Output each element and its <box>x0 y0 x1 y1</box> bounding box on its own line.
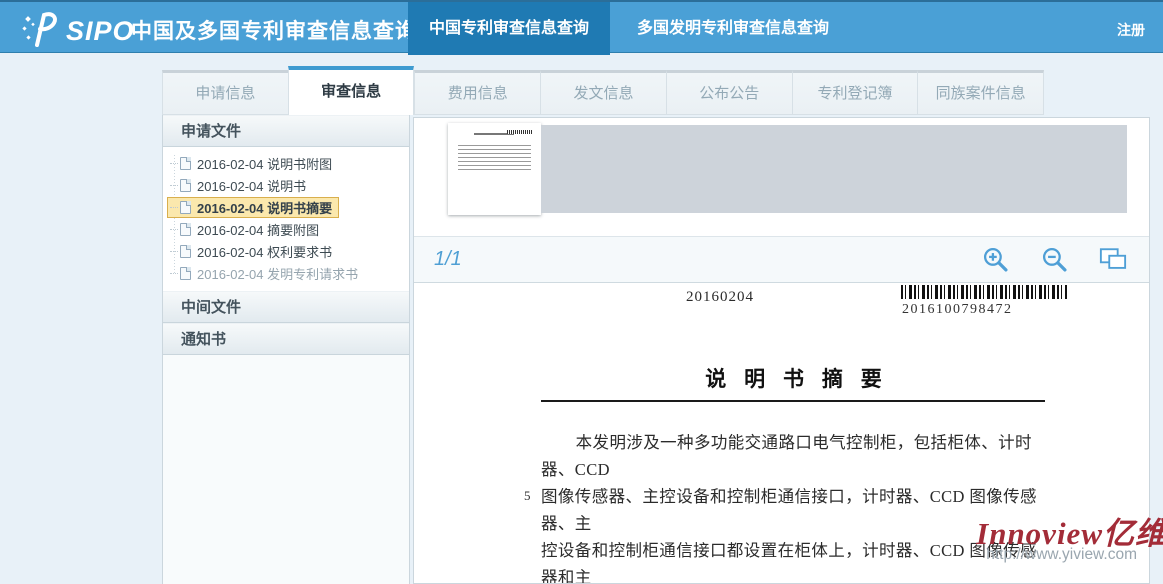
file-item-invention-request[interactable]: 2016-02-04 发明专利请求书 <box>167 263 365 284</box>
pages-icon[interactable] <box>1099 246 1127 274</box>
abstract-line: 图像传感器、主控设备和控制柜通信接口，计时器、CCD 图像传感器、主 <box>541 483 1048 537</box>
page-indicator: 1/1 <box>434 248 462 271</box>
document-icon <box>180 267 191 280</box>
document-icon <box>180 179 191 192</box>
abstract-line: 本发明涉及一种多功能交通路口电气控制柜，包括柜体、计时器、CCD <box>541 429 1048 483</box>
file-item-label: 2016-02-04 说明书摘要 <box>197 198 332 217</box>
document-viewer-panel: 1/1 <box>413 117 1150 584</box>
sipo-logo: SIPO <box>20 9 135 54</box>
title-divider <box>541 400 1045 402</box>
sipo-logo-text: SIPO <box>66 16 135 47</box>
register-link[interactable]: 注册 <box>1117 20 1145 40</box>
thumbnail-text-lines <box>458 145 531 171</box>
document-title: 说明书摘要 <box>541 363 1046 393</box>
tab-patent-register[interactable]: 专利登记簿 <box>792 70 918 115</box>
tab-examination-info[interactable]: 审查信息 <box>288 66 415 115</box>
barcode <box>901 285 1067 299</box>
toolbar-icons <box>981 246 1127 274</box>
file-item-claims[interactable]: 2016-02-04 权利要求书 <box>167 241 339 262</box>
file-item-label: 2016-02-04 发明专利请求书 <box>197 264 358 283</box>
file-item-label: 2016-02-04 权利要求书 <box>197 242 332 261</box>
document-icon <box>180 245 191 258</box>
tab-application-info[interactable]: 申请信息 <box>162 70 288 115</box>
nav-china-patent-query[interactable]: 中国专利审查信息查询 <box>408 2 610 55</box>
thumbnail-placeholder-area <box>541 125 1127 213</box>
margin-line-number: 5 <box>524 488 531 504</box>
sipo-logo-icon <box>20 9 62 54</box>
barcode-number: 2016100798472 <box>902 302 1013 318</box>
document-date: 20160204 <box>686 289 754 306</box>
document-icon <box>180 201 191 214</box>
file-item-description-figures[interactable]: 2016-02-04 说明书附图 <box>167 153 339 174</box>
document-page-view: 20160204 2016100798472 说明书摘要 5 本发明涉及一种多功… <box>414 283 1149 583</box>
app-header: SIPO 中国及多国专利审查信息查询 中国专利审查信息查询 多国发明专利审查信息… <box>0 0 1163 53</box>
file-item-label: 2016-02-04 摘要附图 <box>197 220 319 239</box>
abstract-line: 控设备和控制柜通信接口都设置在柜体上，计时器、CCD 图像传感器和主 <box>541 537 1048 583</box>
file-item-label: 2016-02-04 说明书附图 <box>197 154 332 173</box>
page-thumbnail[interactable] <box>448 123 541 215</box>
tab-fee-info[interactable]: 费用信息 <box>414 70 540 115</box>
sidebar-section-notices[interactable]: 通知书 <box>163 323 409 355</box>
tab-publication-announcement[interactable]: 公布公告 <box>666 70 792 115</box>
thumbnail-barcode <box>507 130 533 134</box>
tab-issued-documents[interactable]: 发文信息 <box>540 70 666 115</box>
sidebar-file-tree: 申请文件 2016-02-04 说明书附图 2016-02-04 说明书 201… <box>162 115 410 584</box>
sidebar-section-application-files[interactable]: 申请文件 <box>163 115 409 147</box>
page-title: 中国及多国专利审查信息查询 <box>131 15 417 45</box>
tab-bar: 申请信息 审查信息 费用信息 发文信息 公布公告 专利登记簿 同族案件信息 <box>162 66 1044 115</box>
file-item-abstract-figures[interactable]: 2016-02-04 摘要附图 <box>167 219 326 240</box>
application-file-list: 2016-02-04 说明书附图 2016-02-04 说明书 2016-02-… <box>163 147 409 291</box>
file-item-label: 2016-02-04 说明书 <box>197 176 306 195</box>
thumbnail-strip <box>414 118 1149 237</box>
zoom-out-icon[interactable] <box>1040 246 1068 274</box>
file-item-abstract-selected[interactable]: 2016-02-04 说明书摘要 <box>167 197 339 218</box>
sidebar-section-intermediate-files[interactable]: 中间文件 <box>163 291 409 323</box>
zoom-in-icon[interactable] <box>981 246 1009 274</box>
tab-family-cases[interactable]: 同族案件信息 <box>917 70 1044 115</box>
nav-multi-country-query[interactable]: 多国发明专利审查信息查询 <box>618 2 848 55</box>
document-icon <box>180 157 191 170</box>
file-item-description[interactable]: 2016-02-04 说明书 <box>167 175 313 196</box>
abstract-text: 本发明涉及一种多功能交通路口电气控制柜，包括柜体、计时器、CCD 图像传感器、主… <box>541 429 1048 583</box>
document-icon <box>180 223 191 236</box>
viewer-toolbar: 1/1 <box>414 237 1149 283</box>
